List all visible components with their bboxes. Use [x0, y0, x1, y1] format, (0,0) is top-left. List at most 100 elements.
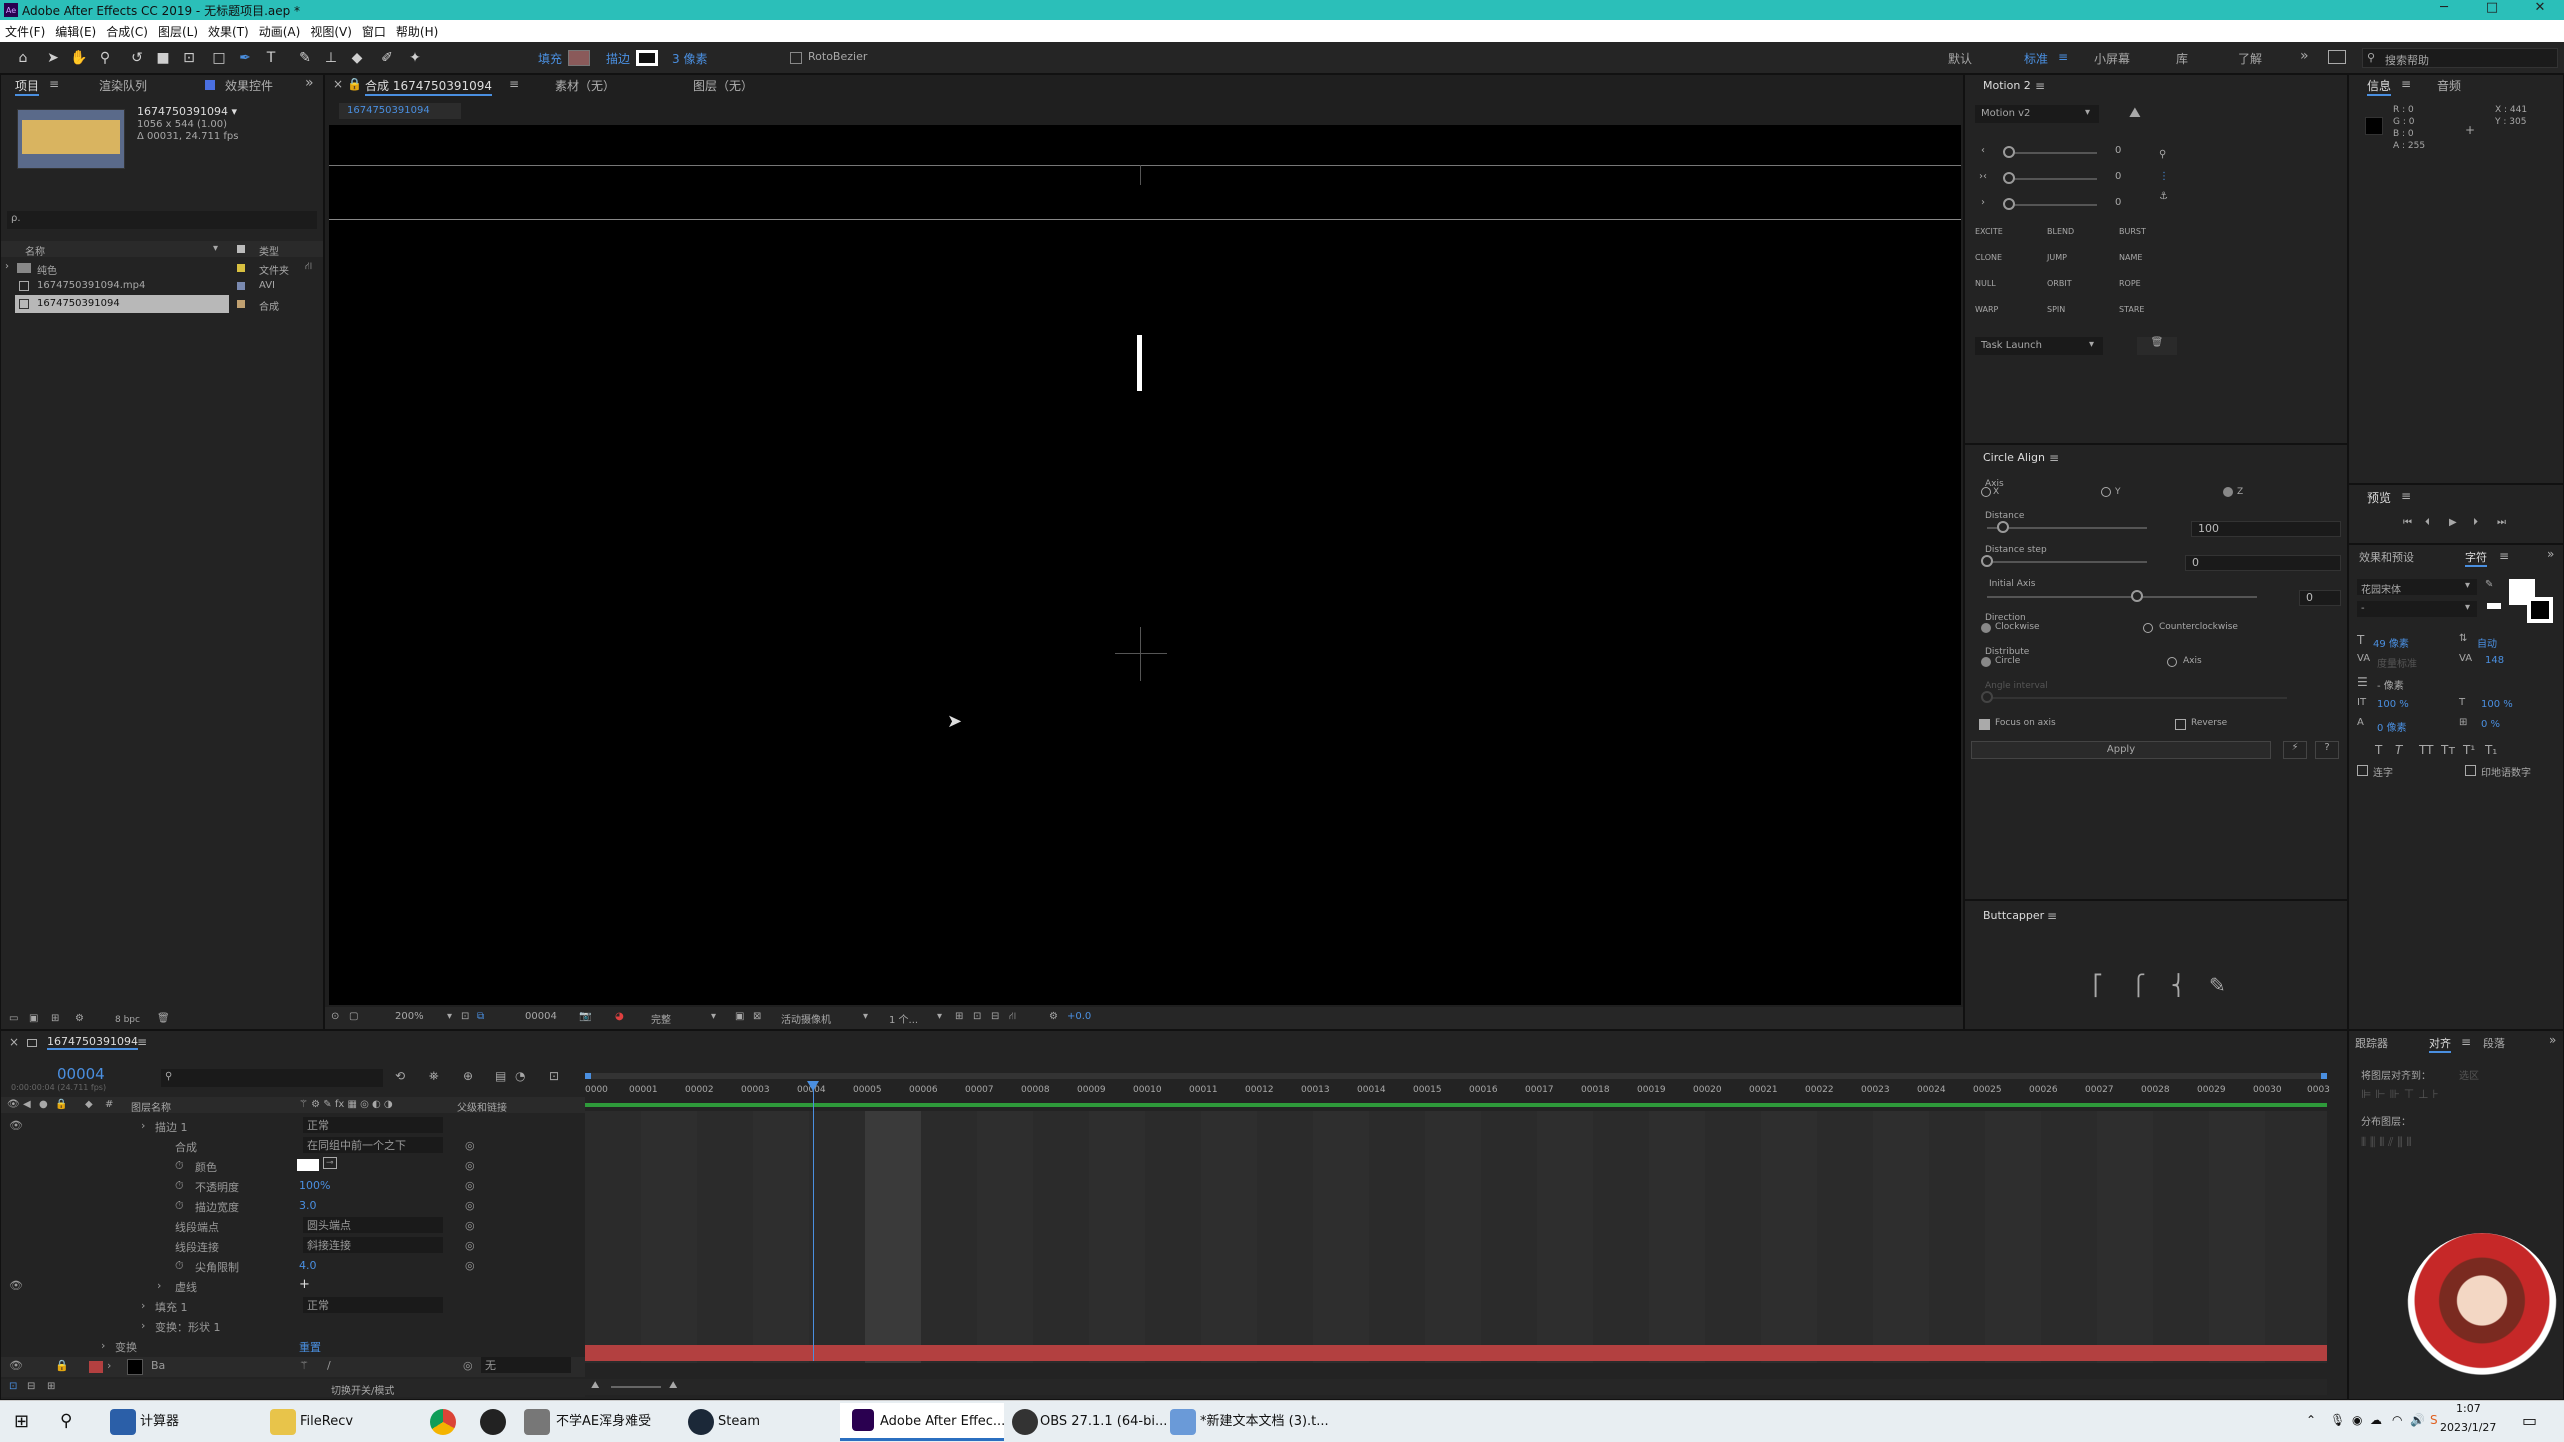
settings-gear-icon[interactable] — [524, 1409, 550, 1435]
tray-app-icon[interactable]: ◉ — [2352, 1413, 2362, 1427]
expression-link-icon[interactable]: ◎ — [465, 1219, 475, 1232]
new-comp-icon[interactable]: ⊞ — [51, 1013, 59, 1024]
project-row-comp-selected[interactable]: 1674750391094 — [15, 295, 229, 313]
hand-tool-icon[interactable]: ✋ — [70, 49, 88, 67]
menu-layer[interactable]: 图层(L) — [158, 23, 198, 40]
eyedropper-icon[interactable]: ✎ — [2485, 579, 2493, 590]
menu-view[interactable]: 视图(V) — [310, 23, 352, 40]
ease-out-value[interactable]: 0 — [2115, 197, 2121, 208]
tab-layer[interactable]: 图层（无） — [693, 77, 753, 94]
frame-blending-icon[interactable]: ▤ — [495, 1069, 506, 1083]
close-tab-icon[interactable]: × — [9, 1035, 19, 1049]
quality-switch-icon[interactable]: / — [327, 1359, 331, 1372]
toggle-switches-modes-label[interactable]: 切换开关/模式 — [331, 1382, 394, 1397]
zoom-value[interactable]: 200% — [395, 1011, 424, 1022]
work-area-bar[interactable] — [585, 1073, 2327, 1079]
comp-mini-flowchart-icon[interactable]: ⟲ — [395, 1069, 405, 1083]
tab-menu-icon[interactable]: ≡ — [509, 77, 519, 91]
lightning-icon[interactable]: ⚡ — [2283, 741, 2307, 759]
time-ruler[interactable]: 0000 00001 00002 00003 00004 00005 00006… — [585, 1081, 2330, 1101]
expression-link-icon[interactable]: ◎ — [465, 1199, 475, 1212]
timeline-menu-icon[interactable]: ≡ — [137, 1035, 147, 1049]
clock-date[interactable]: 2023/1/27 — [2440, 1421, 2496, 1434]
zoom-in-icon[interactable]: ⛰ — [669, 1380, 677, 1391]
tab-align[interactable]: 对齐 — [2429, 1035, 2451, 1053]
ease-out-slider-knob[interactable] — [2003, 198, 2015, 210]
prev-frame-icon[interactable]: ⏴ — [2425, 517, 2430, 528]
name-button[interactable]: NAME — [2119, 253, 2142, 262]
tab-audio[interactable]: 音频 — [2437, 77, 2461, 94]
rectangle-tool-icon[interactable]: □ — [210, 49, 228, 67]
layer-label-color[interactable] — [89, 1361, 103, 1373]
distance-step-slider-track[interactable] — [1987, 561, 2147, 563]
curve-handle-icon[interactable]: ⚲ — [2159, 149, 2166, 160]
circle-align-menu-icon[interactable]: ≡ — [2049, 451, 2059, 465]
chrome-icon[interactable] — [430, 1409, 456, 1435]
current-frame-value[interactable]: 00004 — [525, 1011, 557, 1022]
expand-panel-icon[interactable]: » — [305, 75, 314, 91]
distribute-circle-radio[interactable] — [1981, 657, 1991, 667]
notepad-icon[interactable] — [1170, 1409, 1196, 1435]
layer-row-transform-shape[interactable]: › 变换：形状 1 — [1, 1317, 585, 1337]
project-row-folder[interactable]: › 纯色 文件夹 ⛙ — [1, 259, 323, 277]
curve-pin-icon[interactable]: ⋮ — [2159, 171, 2169, 182]
tab-timeline[interactable]: 1674750391094 — [47, 1035, 138, 1050]
motion-menu-icon[interactable]: ≡ — [2035, 79, 2045, 93]
counterclockwise-radio[interactable] — [2143, 623, 2153, 633]
brush-tool-icon[interactable]: ✎ — [296, 49, 314, 67]
notification-icon[interactable]: ▭ — [2522, 1411, 2537, 1430]
comp-breadcrumb[interactable]: 1674750391094 — [339, 103, 461, 119]
snapshot-icon[interactable]: 📷 — [579, 1011, 591, 1022]
home-icon[interactable]: ⌂ — [14, 49, 32, 67]
layer-row-layer2[interactable]: 👁 🔒 › Ba ⚚ / ◎ 无 — [1, 1357, 585, 1377]
toggle-time-icon[interactable]: ⊞ — [47, 1381, 55, 1392]
tray-s-icon[interactable]: S — [2430, 1413, 2438, 1427]
menu-window[interactable]: 窗口 — [362, 23, 386, 40]
font-size-value[interactable]: 49 像素 — [2373, 635, 2409, 650]
camera-chevron-icon[interactable]: ▾ — [863, 1011, 868, 1022]
stroke-width-value[interactable]: 3.0 — [299, 1199, 317, 1212]
mountains-icon[interactable]: ⛰ — [2129, 105, 2141, 121]
parent-link-column[interactable]: 父级和链接 — [457, 1099, 507, 1114]
search-icon[interactable]: ⚲ — [60, 1411, 72, 1431]
interpret-footage-icon[interactable]: ▭ — [9, 1013, 18, 1024]
settings-icon[interactable]: ⚙ — [75, 1013, 84, 1024]
tab-footage[interactable]: 素材（无） — [555, 77, 615, 94]
distance-slider-track[interactable] — [1987, 527, 2147, 529]
tab-project[interactable]: 项目 — [15, 77, 40, 96]
project-row-footage[interactable]: 1674750391094.mp4 AVI — [1, 277, 323, 295]
zoom-out-icon[interactable]: ⛰ — [591, 1380, 599, 1391]
close-button[interactable]: ✕ — [2516, 0, 2564, 15]
reverse-checkbox[interactable] — [2175, 719, 2186, 730]
trash-icon[interactable]: 🗑 — [157, 1013, 170, 1024]
expand-arrow-icon[interactable]: › — [157, 1279, 161, 1292]
distribute-buttons-icon[interactable]: ⫴ ⫼ ⫴ ⫽ ⫼ ⫴ — [2361, 1135, 2412, 1150]
shy-switch-icon[interactable]: ⚚ — [299, 1359, 309, 1372]
fill-blend-dropdown[interactable]: 正常 — [303, 1297, 443, 1313]
puppet-tool-icon[interactable]: ✦ — [406, 49, 424, 67]
rope-button[interactable]: ROPE — [2119, 279, 2141, 288]
column-type[interactable]: 类型 — [259, 243, 279, 258]
expand-arrow-icon[interactable]: › — [101, 1339, 105, 1352]
rotobezier-checkbox[interactable] — [790, 52, 802, 64]
fill-swatch[interactable] — [568, 50, 590, 66]
maximize-button[interactable]: □ — [2468, 0, 2516, 15]
zoom-tool-icon[interactable]: ⚲ — [96, 49, 114, 67]
pen-tool-icon[interactable]: ✒ — [236, 49, 254, 67]
buttcapper-menu-icon[interactable]: ≡ — [2047, 909, 2057, 923]
wifi-icon[interactable]: ◠ — [2392, 1413, 2402, 1427]
pan-behind-tool-icon[interactable]: ⊡ — [180, 49, 198, 67]
composite-dropdown[interactable]: 在同组中前一个之下 — [303, 1137, 443, 1153]
question-icon[interactable]: ? — [2315, 741, 2339, 759]
layer-row-opacity[interactable]: ⏱ 不透明度 100% ◎ — [1, 1177, 585, 1197]
flowchart-icon[interactable]: ⛙ — [1009, 1011, 1016, 1024]
workspace-menu-icon[interactable]: ≡ — [2058, 50, 2068, 64]
parent-pickwhip-icon[interactable]: ◎ — [463, 1359, 473, 1372]
tsume-value[interactable]: 0 % — [2481, 719, 2500, 730]
character-menu-icon[interactable]: ≡ — [2499, 549, 2509, 563]
workspace-library[interactable]: 库 — [2176, 50, 2188, 67]
fast-previews-icon[interactable]: ⊡ — [973, 1011, 981, 1022]
expression-link-icon[interactable]: ◎ — [465, 1239, 475, 1252]
tab-project-menu-icon[interactable]: ≡ — [49, 77, 59, 91]
clockwise-radio[interactable] — [1981, 623, 1991, 633]
